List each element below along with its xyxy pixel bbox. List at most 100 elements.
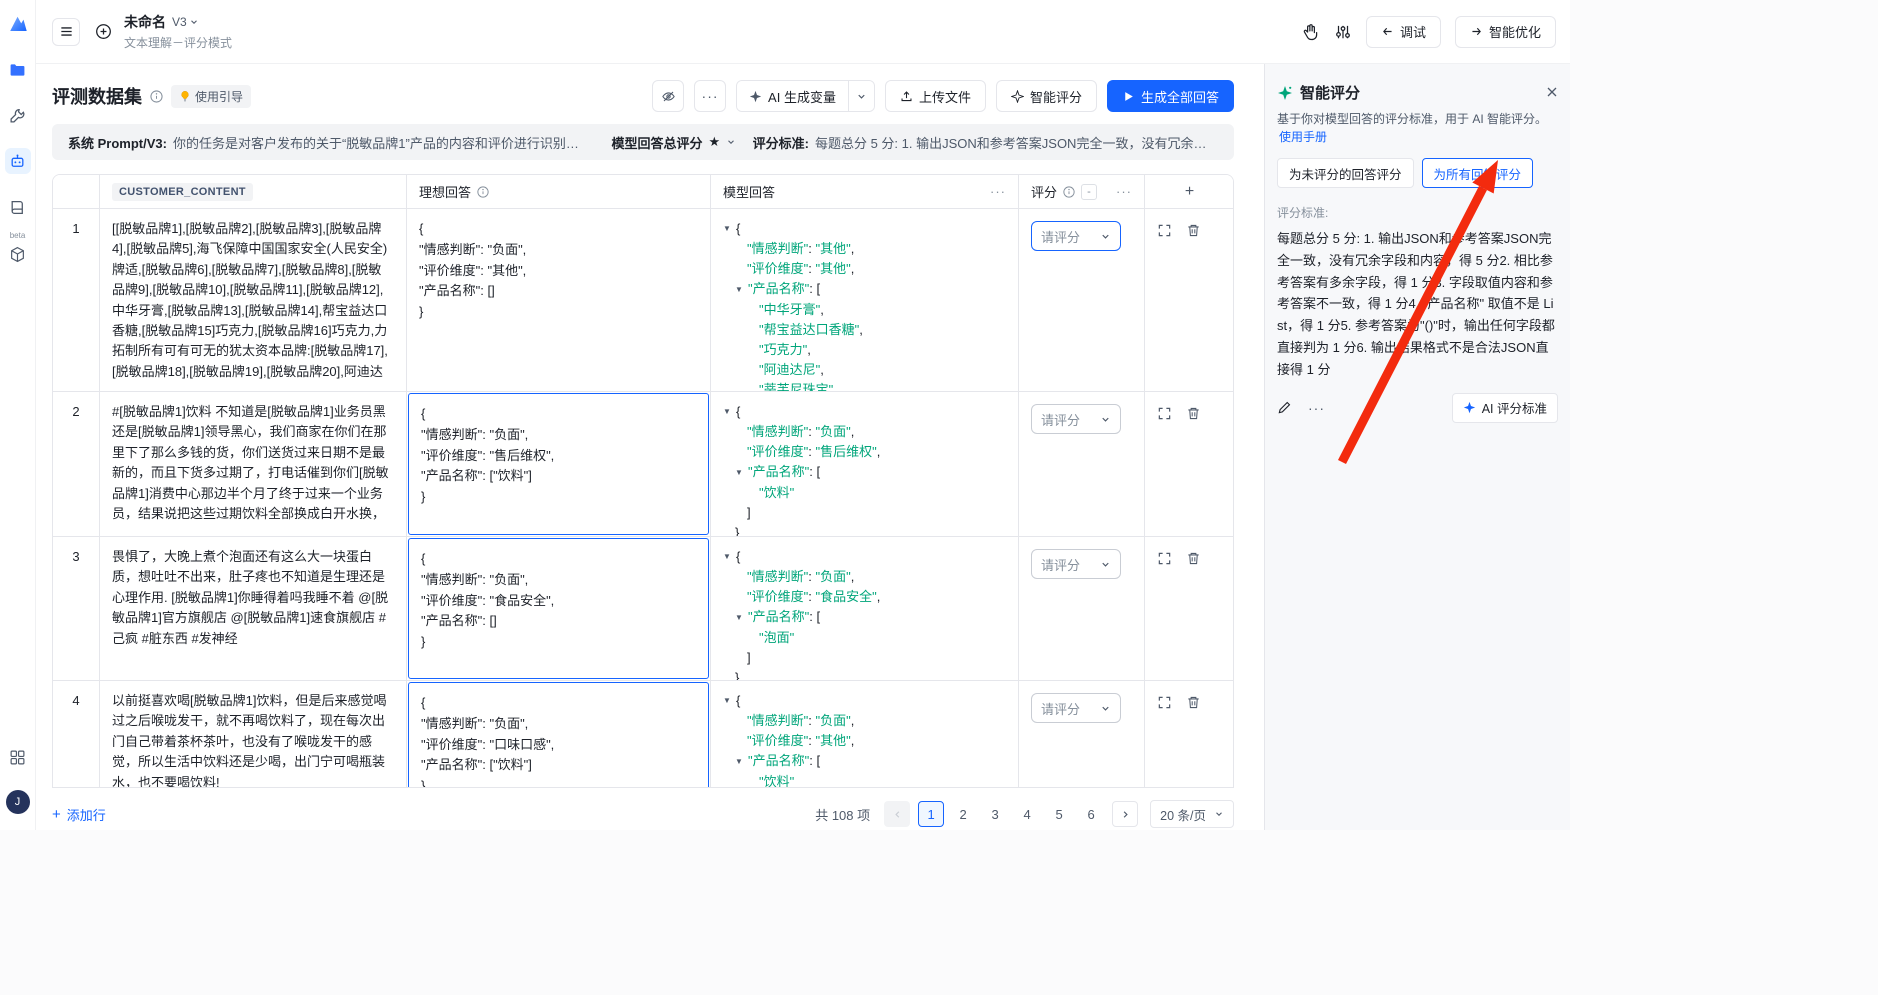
usage-guide-label: 使用引导 — [195, 88, 243, 105]
score-select[interactable]: 请评分 — [1031, 221, 1121, 251]
chevron-down-icon — [1214, 809, 1224, 819]
add-column-button[interactable]: + — [1185, 183, 1194, 201]
page-button-1[interactable]: 1 — [918, 801, 944, 827]
close-panel-icon[interactable] — [1546, 86, 1558, 98]
customer-content-cell[interactable]: [[脱敏品牌1],[脱敏品牌2],[脱敏品牌3],[脱敏品牌4],[脱敏品牌5]… — [100, 209, 407, 391]
ideal-answer-cell[interactable]: { "情感判断": "负面", "评价维度": "其他", "产品名称": []… — [407, 209, 711, 391]
dataset-info-icon[interactable] — [150, 90, 163, 103]
library-icon[interactable] — [5, 194, 31, 220]
score-average-badge[interactable]: - — [1081, 184, 1097, 200]
collapse-triangle-icon[interactable]: ▼ — [723, 223, 736, 235]
more-actions-button[interactable]: ··· — [694, 80, 726, 112]
expand-row-icon[interactable] — [1157, 695, 1172, 710]
ideal-answer-cell[interactable]: { "情感判断": "负面", "评价维度": "售后维权", "产品名称": … — [407, 392, 711, 536]
title-block: 未命名 V3 文本理解－评分模式 — [124, 12, 232, 51]
score-select-value: 请评分 — [1041, 227, 1080, 246]
collapse-triangle-icon[interactable]: ▼ — [735, 612, 748, 624]
page-size-select[interactable]: 20 条/页 — [1150, 800, 1234, 828]
add-row-button[interactable]: + 添加行 — [52, 805, 106, 824]
delete-row-icon[interactable] — [1186, 406, 1201, 421]
version-selector[interactable]: V3 — [172, 15, 199, 29]
menu-button[interactable] — [52, 18, 80, 46]
table-header: CUSTOMER_CONTENT 理想回答 模型回答 ··· 评分 — [53, 175, 1233, 209]
page-button-6[interactable]: 6 — [1078, 801, 1104, 827]
next-page-button[interactable] — [1112, 801, 1138, 827]
upload-file-button[interactable]: 上传文件 — [885, 80, 986, 112]
hide-columns-button[interactable] — [652, 80, 684, 112]
model-answer-cell[interactable]: ▼{"情感判断": "负面","评价维度": "食品安全",▼"产品名称": [… — [711, 537, 1019, 680]
ideal-info-icon[interactable] — [477, 186, 489, 198]
score-column-menu-icon[interactable]: ··· — [1116, 184, 1132, 199]
prompt-eval-icon[interactable] — [5, 148, 31, 174]
score-select[interactable]: 请评分 — [1031, 404, 1121, 434]
edit-criteria-icon[interactable] — [1277, 400, 1292, 415]
usage-manual-link[interactable]: 使用手册 — [1279, 130, 1327, 144]
collapse-triangle-icon[interactable]: ▼ — [723, 551, 736, 563]
page-button-2[interactable]: 2 — [950, 801, 976, 827]
sliders-icon[interactable] — [1334, 23, 1352, 41]
customer-content-cell[interactable]: 畏惧了，大晚上煮个泡面还有这么大一块蛋白质，想吐吐不出来，肚子疼也不知道是生理还… — [100, 537, 407, 680]
delete-row-icon[interactable] — [1186, 551, 1201, 566]
usage-guide-button[interactable]: 使用引导 — [171, 85, 251, 108]
collapse-triangle-icon[interactable]: ▼ — [735, 284, 748, 296]
smart-score-panel: 智能评分 基于你对模型回答的评分标准，用于 AI 智能评分。使用手册 为未评分的… — [1264, 64, 1570, 830]
new-session-button[interactable] — [90, 19, 116, 45]
more-icon: ··· — [702, 89, 719, 103]
screen: beta J 未命名 V3 — [0, 0, 1878, 995]
collapse-triangle-icon[interactable]: ▼ — [723, 695, 736, 707]
chevron-left-icon — [892, 809, 903, 820]
score-info-icon[interactable] — [1063, 186, 1075, 198]
pagination-pages: 123456 — [918, 801, 1104, 827]
version-label: V3 — [172, 15, 187, 29]
smart-optimize-button[interactable]: 智能优化 — [1455, 16, 1556, 48]
generate-all-answers-button[interactable]: 生成全部回答 — [1107, 80, 1234, 112]
expand-row-icon[interactable] — [1157, 223, 1172, 238]
criteria-more-icon[interactable]: ··· — [1308, 401, 1325, 415]
user-avatar[interactable]: J — [6, 790, 30, 814]
page-button-5[interactable]: 5 — [1046, 801, 1072, 827]
page-button-3[interactable]: 3 — [982, 801, 1008, 827]
row-index: 2 — [53, 392, 100, 536]
score-unscored-button[interactable]: 为未评分的回答评分 — [1277, 158, 1414, 188]
model-column-menu-icon[interactable]: ··· — [990, 184, 1006, 199]
collapse-triangle-icon[interactable]: ▼ — [723, 406, 736, 418]
app-logo-icon[interactable] — [7, 14, 29, 36]
table-body: 1[[脱敏品牌1],[脱敏品牌2],[脱敏品牌3],[脱敏品牌4],[脱敏品牌5… — [53, 209, 1233, 787]
customer-column-chip[interactable]: CUSTOMER_CONTENT — [112, 183, 253, 201]
ideal-answer-cell[interactable]: { "情感判断": "负面", "评价维度": "口味口感", "产品名称": … — [407, 681, 711, 787]
delete-row-icon[interactable] — [1186, 223, 1201, 238]
collapse-triangle-icon[interactable]: ▼ — [735, 467, 748, 479]
criteria-label: 评分标准: — [1277, 204, 1558, 221]
ideal-answer-cell[interactable]: { "情感判断": "负面", "评价维度": "食品安全", "产品名称": … — [407, 537, 711, 680]
tools-icon[interactable] — [5, 102, 31, 128]
shortcut-grid-icon[interactable] — [5, 744, 31, 770]
ai-criteria-button[interactable]: AI 评分标准 — [1452, 393, 1558, 423]
prev-page-button[interactable] — [884, 801, 910, 827]
system-prompt-label: 系统 Prompt/V3: — [68, 133, 167, 152]
model-answer-cell[interactable]: ▼{"情感判断": "其他","评价维度": "其他",▼"产品名称": ["中… — [711, 209, 1019, 391]
collapse-triangle-icon[interactable]: ▼ — [735, 756, 748, 768]
beta-module-icon[interactable] — [5, 241, 31, 267]
score-select[interactable]: 请评分 — [1031, 693, 1121, 723]
expand-row-icon[interactable] — [1157, 406, 1172, 421]
feedback-hand-icon[interactable] — [1302, 23, 1320, 41]
ai-generate-variable-button[interactable]: AI 生成变量 — [737, 81, 848, 111]
panel-title-row: 智能评分 — [1277, 82, 1558, 103]
delete-row-icon[interactable] — [1186, 695, 1201, 710]
smart-score-label: 智能评分 — [1030, 87, 1082, 106]
customer-content-cell[interactable]: #[脱敏品牌1]饮料 不知道是[脱敏品牌1]业务员黑还是[脱敏品牌1]领导黑心，… — [100, 392, 407, 536]
workspace-icon[interactable] — [5, 56, 31, 82]
customer-content-cell[interactable]: 以前挺喜欢喝[脱敏品牌1]饮料，但是后来感觉喝过之后喉咙发干，就不再喝饮料了，现… — [100, 681, 407, 787]
model-answer-cell[interactable]: ▼{"情感判断": "负面","评价维度": "售后维权",▼"产品名称": [… — [711, 392, 1019, 536]
ai-generate-variable-dropdown[interactable] — [848, 81, 874, 111]
system-prompt-bar[interactable]: 系统 Prompt/V3: 你的任务是对客户发布的关于“脱敏品牌1”产品的内容和… — [52, 124, 1234, 160]
debug-button[interactable]: 调试 — [1366, 16, 1441, 48]
page-button-4[interactable]: 4 — [1014, 801, 1040, 827]
score-select[interactable]: 请评分 — [1031, 549, 1121, 579]
smart-score-button[interactable]: 智能评分 — [996, 80, 1097, 112]
expand-row-icon[interactable] — [1157, 551, 1172, 566]
model-answer-cell[interactable]: ▼{"情感判断": "负面","评价维度": "其他",▼"产品名称": ["饮… — [711, 681, 1019, 787]
star-icon[interactable]: ★ — [708, 134, 720, 150]
score-all-button[interactable]: 为所有回答评分 — [1422, 158, 1534, 188]
magic-score-icon — [1011, 90, 1024, 103]
